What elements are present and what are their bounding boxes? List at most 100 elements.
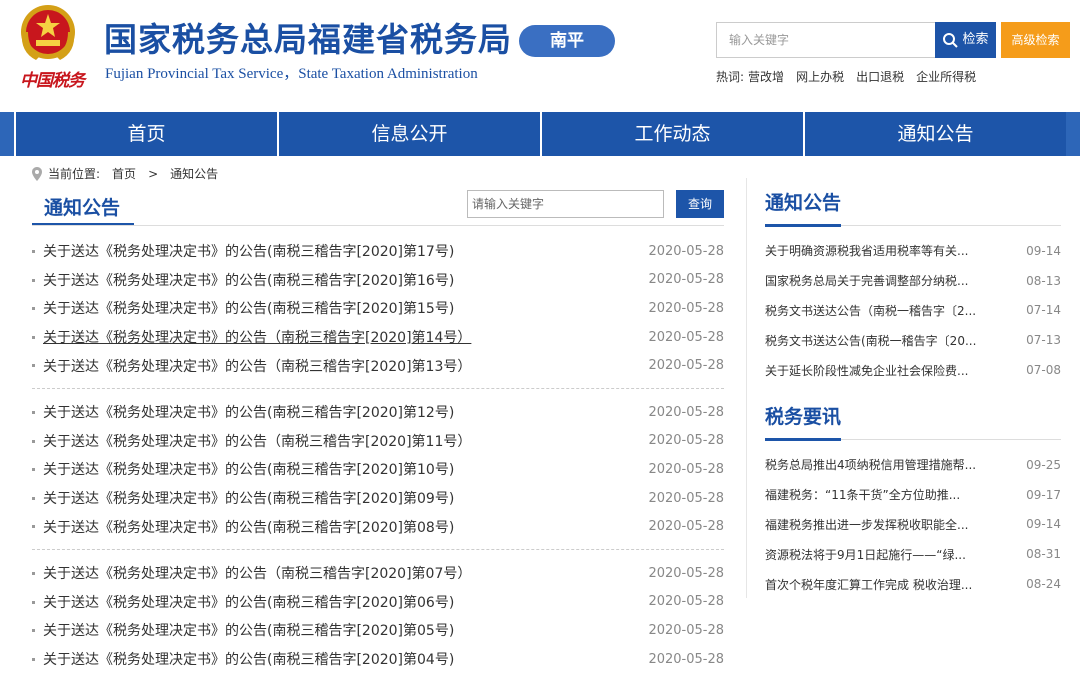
list-item-title[interactable]: 关于送达《税务处理决定书》的公告(南税三稽告字[2020]第08号) <box>43 517 454 537</box>
list-item-title[interactable]: 关于送达《税务处理决定书》的公告(南税三稽告字[2020]第09号) <box>43 488 454 508</box>
list-item[interactable]: 关于送达《税务处理决定书》的公告(南税三稽告字[2020]第06号) 2020-0… <box>32 588 724 617</box>
nav-notices[interactable]: 通知公告 <box>803 112 1066 156</box>
notice-list: 关于送达《税务处理决定书》的公告(南税三稽告字[2020]第17号) 2020-0… <box>32 237 724 673</box>
list-item-date: 2020-05-28 <box>648 329 724 345</box>
sidebar-list-item[interactable]: 资源税法将于9月1日起施行——“绿... 08-31 <box>765 539 1061 569</box>
list-item-title[interactable]: 关于送达《税务处理决定书》的公告（南税三稽告字[2020]第07号） <box>43 563 471 583</box>
sidebar-item-title[interactable]: 关于明确资源税我省适用税率等有关... <box>765 242 968 259</box>
list-item-date: 2020-05-28 <box>648 272 724 288</box>
sidebar-list-item[interactable]: 税务文书送达公告（南税一稽告字〔2... 07-14 <box>765 296 1061 326</box>
list-item[interactable]: 关于送达《税务处理决定书》的公告（南税三稽告字[2020]第11号） 2020-0… <box>32 427 724 456</box>
list-search-button[interactable]: 查询 <box>676 190 724 218</box>
hot-word-link[interactable]: 出口退税 <box>856 68 904 85</box>
city-badge[interactable]: 南平 <box>519 25 615 57</box>
sidebar-item-title[interactable]: 福建税务：“11条干货”全方位助推... <box>765 486 960 503</box>
hot-word-link[interactable]: 网上办税 <box>796 68 844 85</box>
nav-work-news[interactable]: 工作动态 <box>540 112 803 156</box>
site-header: 中国税务 国家税务总局福建省税务局 Fujian Provincial Tax … <box>0 0 1080 112</box>
sidebar-news-title[interactable]: 税务要讯 <box>765 402 841 429</box>
sidebar-item-title[interactable]: 税务总局推出4项纳税信用管理措施帮... <box>765 456 976 473</box>
advanced-search-button[interactable]: 高级检索 <box>1001 22 1070 58</box>
list-item-title[interactable]: 关于送达《税务处理决定书》的公告(南税三稽告字[2020]第12号) <box>43 402 454 422</box>
search-button-label: 检索 <box>962 32 989 47</box>
location-pin-icon <box>32 166 42 181</box>
sidebar-item-title[interactable]: 资源税法将于9月1日起施行——“绿... <box>765 546 966 563</box>
nav-info-disclosure[interactable]: 信息公开 <box>277 112 540 156</box>
sidebar-list-item[interactable]: 关于明确资源税我省适用税率等有关... 09-14 <box>765 236 1061 266</box>
list-item[interactable]: 关于送达《税务处理决定书》的公告(南税三稽告字[2020]第12号) 2020-0… <box>32 398 724 427</box>
sidebar-list-item[interactable]: 税务文书送达公告(南税一稽告字〔20... 07-13 <box>765 325 1061 355</box>
list-item[interactable]: 关于送达《税务处理决定书》的公告（南税三稽告字[2020]第07号） 2020-0… <box>32 559 724 588</box>
list-item-title[interactable]: 关于送达《税务处理决定书》的公告(南税三稽告字[2020]第04号) <box>43 649 454 669</box>
list-search-input[interactable]: 请输入关键字 <box>467 190 664 218</box>
group-separator <box>32 380 724 398</box>
list-item-date: 2020-05-28 <box>648 594 724 610</box>
list-item-date: 2020-05-28 <box>648 404 724 420</box>
list-item[interactable]: 关于送达《税务处理决定书》的公告(南税三稽告字[2020]第10号) 2020-0… <box>32 455 724 484</box>
list-item-date: 2020-05-28 <box>648 433 724 449</box>
list-item-date: 2020-05-28 <box>648 461 724 477</box>
list-item-title[interactable]: 关于送达《税务处理决定书》的公告（南税三稽告字[2020]第13号） <box>43 356 471 376</box>
sidebar-list-item[interactable]: 税务总局推出4项纳税信用管理措施帮... 09-25 <box>765 450 1061 480</box>
hot-word-link[interactable]: 营改增 <box>748 68 784 85</box>
list-item[interactable]: 关于送达《税务处理决定书》的公告（南税三稽告字[2020]第13号） 2020-0… <box>32 351 724 380</box>
list-item-title[interactable]: 关于送达《税务处理决定书》的公告(南税三稽告字[2020]第06号) <box>43 592 454 612</box>
sidebar-notices-list: 关于明确资源税我省适用税率等有关... 09-14 国家税务总局关于完善调整部分纳税… <box>765 236 1061 385</box>
sidebar-item-title[interactable]: 国家税务总局关于完善调整部分纳税... <box>765 272 968 289</box>
header-search-button[interactable]: 检索 <box>935 22 996 58</box>
list-item-title[interactable]: 关于送达《税务处理决定书》的公告(南税三稽告字[2020]第15号) <box>43 298 454 318</box>
list-item[interactable]: 关于送达《税务处理决定书》的公告(南税三稽告字[2020]第17号) 2020-0… <box>32 237 724 266</box>
list-item-date: 2020-05-28 <box>648 490 724 506</box>
bullet-icon <box>32 250 35 253</box>
breadcrumb-current[interactable]: 通知公告 <box>170 165 218 182</box>
list-item[interactable]: 关于送达《税务处理决定书》的公告（南税三稽告字[2020]第14号） 2020-0… <box>32 323 724 352</box>
bullet-icon <box>32 525 35 529</box>
sidebar-item-date: 09-17 <box>1026 487 1061 502</box>
sidebar-item-date: 08-13 <box>1026 273 1061 288</box>
bullet-icon <box>32 571 35 575</box>
sidebar-list-item[interactable]: 福建税务：“11条干货”全方位助推... 09-17 <box>765 480 1061 510</box>
sidebar-list-item[interactable]: 首次个税年度汇算工作完成 税收治理... 08-24 <box>765 569 1061 599</box>
list-item[interactable]: 关于送达《税务处理决定书》的公告(南税三稽告字[2020]第08号) 2020-0… <box>32 512 724 541</box>
sidebar-item-title[interactable]: 税务文书送达公告（南税一稽告字〔2... <box>765 302 976 319</box>
list-item[interactable]: 关于送达《税务处理决定书》的公告(南税三稽告字[2020]第05号) 2020-0… <box>32 616 724 645</box>
list-item[interactable]: 关于送达《税务处理决定书》的公告(南税三稽告字[2020]第04号) 2020-0… <box>32 645 724 674</box>
bullet-icon <box>32 307 35 311</box>
list-item-date: 2020-05-28 <box>648 519 724 535</box>
sidebar-item-date: 07-14 <box>1026 303 1061 318</box>
hot-word-link[interactable]: 企业所得税 <box>916 68 976 85</box>
sidebar-item-date: 08-24 <box>1026 577 1061 592</box>
list-item-title[interactable]: 关于送达《税务处理决定书》的公告(南税三稽告字[2020]第05号) <box>43 620 454 640</box>
sidebar-item-date: 07-08 <box>1026 363 1061 378</box>
list-item[interactable]: 关于送达《税务处理决定书》的公告(南税三稽告字[2020]第16号) 2020-0… <box>32 266 724 295</box>
breadcrumb: 当前位置: 首页 > 通知公告 <box>32 165 218 182</box>
list-item-date: 2020-05-28 <box>648 622 724 638</box>
breadcrumb-home[interactable]: 首页 <box>112 165 136 182</box>
sidebar-item-title[interactable]: 首次个税年度汇算工作完成 税收治理... <box>765 576 972 593</box>
sidebar-list-item[interactable]: 国家税务总局关于完善调整部分纳税... 08-13 <box>765 266 1061 296</box>
list-item-date: 2020-05-28 <box>648 565 724 581</box>
sidebar-item-title[interactable]: 福建税务推出进一步发挥税收职能全... <box>765 516 968 533</box>
list-item-title[interactable]: 关于送达《税务处理决定书》的公告（南税三稽告字[2020]第14号） <box>43 327 471 347</box>
bullet-icon <box>32 468 35 472</box>
list-item-title[interactable]: 关于送达《税务处理决定书》的公告(南税三稽告字[2020]第17号) <box>43 241 454 261</box>
sidebar-notices-title[interactable]: 通知公告 <box>765 188 841 215</box>
section-title: 通知公告 <box>32 194 134 226</box>
list-item[interactable]: 关于送达《税务处理决定书》的公告(南税三稽告字[2020]第09号) 2020-0… <box>32 484 724 513</box>
sidebar-title-underline <box>765 224 841 227</box>
list-item-title[interactable]: 关于送达《税务处理决定书》的公告(南税三稽告字[2020]第16号) <box>43 270 454 290</box>
sidebar-list-item[interactable]: 关于延长阶段性减免企业社会保险费... 07-08 <box>765 355 1061 385</box>
sidebar: 通知公告 关于明确资源税我省适用税率等有关... 09-14 国家税务总局关于完善调… <box>746 178 1061 599</box>
list-item-title[interactable]: 关于送达《税务处理决定书》的公告（南税三稽告字[2020]第11号） <box>43 431 471 451</box>
list-item-title[interactable]: 关于送达《税务处理决定书》的公告(南税三稽告字[2020]第10号) <box>43 459 454 479</box>
nav-home[interactable]: 首页 <box>14 112 277 156</box>
list-item[interactable]: 关于送达《税务处理决定书》的公告(南税三稽告字[2020]第15号) 2020-0… <box>32 294 724 323</box>
sidebar-list-item[interactable]: 福建税务推出进一步发挥税收职能全... 09-14 <box>765 510 1061 540</box>
header-search-input[interactable]: 输入关键字 <box>716 22 936 58</box>
bullet-icon <box>32 439 35 443</box>
bullet-icon <box>32 496 35 500</box>
section-title-rule <box>32 225 724 226</box>
sidebar-item-title[interactable]: 税务文书送达公告(南税一稽告字〔20... <box>765 332 976 349</box>
sidebar-item-title[interactable]: 关于延长阶段性减免企业社会保险费... <box>765 362 968 379</box>
hot-words: 热词: 营改增 网上办税 出口退税 企业所得税 <box>716 68 976 85</box>
